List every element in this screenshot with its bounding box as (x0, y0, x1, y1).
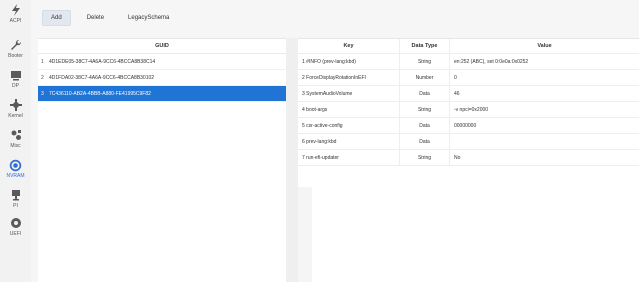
type-cell[interactable]: Data (400, 86, 450, 101)
table-row[interactable]: 2 ForceDisplayRotationInEFI Number 0 (298, 70, 639, 86)
key-cell[interactable]: 2 ForceDisplayRotationInEFI (298, 70, 400, 85)
sidebar-item-kernel[interactable]: Kernel (0, 98, 31, 128)
key-cell[interactable]: 3 SystemAudioVolume (298, 86, 400, 101)
delete-button[interactable]: Delete (79, 11, 112, 25)
sidebar-item-label: Kernel (8, 113, 23, 119)
value-cell[interactable]: en:252 (ABC), set 0:0e0a:0x0252 (450, 54, 639, 69)
value-cell[interactable] (450, 134, 639, 149)
table-row[interactable]: 1 #INFO (prev-lang:kbd) String en:252 (A… (298, 54, 639, 70)
key-cell[interactable]: 5 csr-active-config (298, 118, 400, 133)
sidebar-item-nvram[interactable]: NVRAM (0, 158, 31, 188)
pane-splitter[interactable] (286, 38, 298, 282)
type-cell[interactable]: Data (400, 118, 450, 133)
type-cell[interactable]: String (400, 150, 450, 165)
sidebar-item-dp[interactable]: DP (0, 68, 31, 98)
table-header-row: Key Data Type Value (298, 39, 639, 54)
value-cell[interactable]: 0 (450, 70, 639, 85)
table-row[interactable]: 7 run-efi-updater String No (298, 150, 639, 166)
uefi-icon (9, 216, 23, 230)
sidebar: ACPI Booter DP Kernel Misc NVRAM PI UEFI (0, 0, 31, 282)
sidebar-item-misc[interactable]: Misc (0, 128, 31, 158)
row-index: 2 (41, 74, 44, 81)
guid-text: 7C436110-AB2A-4BBB-A880-FE41995C9F82 (49, 90, 151, 97)
platform-info-icon (9, 188, 23, 202)
variables-table: Key Data Type Value 1 #INFO (prev-lang:k… (298, 38, 639, 282)
key-cell[interactable]: 1 #INFO (prev-lang:kbd) (298, 54, 400, 69)
type-cell[interactable]: String (400, 54, 450, 69)
nvram-icon (9, 158, 23, 172)
legacy-schema-button[interactable]: LegacySchema (120, 11, 177, 25)
table-row[interactable]: 5 csr-active-config Data 00000000 (298, 118, 639, 134)
type-cell[interactable]: Number (400, 70, 450, 85)
key-cell[interactable]: 7 run-efi-updater (298, 150, 400, 165)
type-cell[interactable]: String (400, 102, 450, 117)
sidebar-item-label: UEFI (9, 231, 22, 237)
toolbar: Add Delete LegacySchema (42, 8, 177, 28)
sidebar-item-booter[interactable]: Booter (0, 38, 31, 68)
guid-text: 4D1FDA02-38C7-4A6A-9CC6-4BCCA8B30102 (49, 74, 155, 81)
sidebar-item-uefi[interactable]: UEFI (0, 216, 31, 246)
list-item[interactable]: 1 4D1EDE05-38C7-4A6A-9CC6-4BCCA8B38C14 (38, 54, 286, 70)
app-window: ACPI Booter DP Kernel Misc NVRAM PI UEFI… (0, 0, 639, 282)
table-row[interactable]: 6 prev-lang:kbd Data (298, 134, 639, 150)
row-index: 3 (41, 90, 44, 97)
sidebar-item-label: Misc (10, 143, 21, 149)
value-cell[interactable]: 00000000 (450, 118, 639, 133)
value-cell[interactable]: 46 (450, 86, 639, 101)
acpi-icon (9, 3, 23, 17)
sidebar-item-label: DP (12, 83, 19, 89)
key-column-header[interactable]: Key (298, 39, 400, 53)
sidebar-item-label: Booter (8, 53, 23, 59)
key-cell[interactable]: 4 boot-args (298, 102, 400, 117)
list-item-selected[interactable]: 3 7C436110-AB2A-4BBB-A880-FE41995C9F82 (38, 86, 286, 102)
sidebar-item-label: PI (13, 203, 18, 209)
guid-list: GUID 1 4D1EDE05-38C7-4A6A-9CC6-4BCCA8B38… (38, 38, 286, 282)
value-cell[interactable]: No (450, 150, 639, 165)
device-properties-icon (9, 68, 23, 82)
sidebar-item-pi[interactable]: PI (0, 188, 31, 218)
value-cell[interactable]: -v npci=0x2000 (450, 102, 639, 117)
sidebar-item-label: ACPI (9, 18, 22, 24)
list-item[interactable]: 2 4D1FDA02-38C7-4A6A-9CC6-4BCCA8B30102 (38, 70, 286, 86)
sidebar-item-acpi[interactable]: ACPI (0, 3, 31, 33)
key-cell[interactable]: 6 prev-lang:kbd (298, 134, 400, 149)
guid-text: 4D1EDE05-38C7-4A6A-9CC6-4BCCA8B38C14 (49, 58, 156, 65)
row-index: 1 (41, 58, 44, 65)
table-row[interactable]: 3 SystemAudioVolume Data 46 (298, 86, 639, 102)
value-column-header[interactable]: Value (450, 39, 639, 53)
misc-icon (9, 128, 23, 142)
type-cell[interactable]: Data (400, 134, 450, 149)
guid-column-header[interactable]: GUID (38, 39, 286, 54)
wrench-icon (9, 38, 23, 52)
kernel-icon (9, 98, 23, 112)
add-button[interactable]: Add (42, 10, 71, 26)
type-column-header[interactable]: Data Type (400, 39, 450, 53)
empty-area (298, 187, 312, 282)
sidebar-item-label: NVRAM (6, 173, 25, 179)
table-row[interactable]: 4 boot-args String -v npci=0x2000 (298, 102, 639, 118)
